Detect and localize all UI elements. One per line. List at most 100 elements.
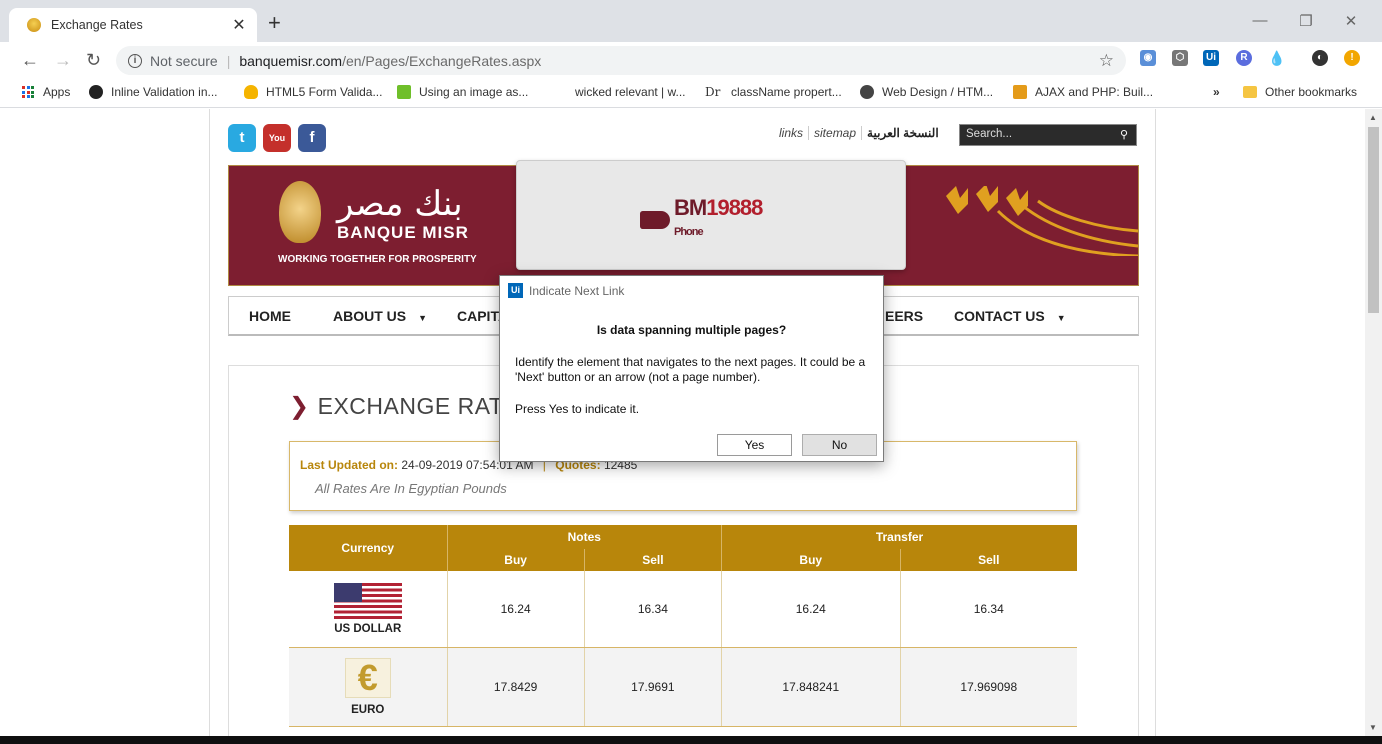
bookmark-html5-form[interactable]: HTML5 Form Valida... (244, 85, 382, 99)
table-row: € EURO 17.8429 17.9691 17.848241 17.9690… (289, 647, 1077, 727)
reload-icon[interactable]: ↻ (86, 51, 101, 69)
brand-tagline: WORKING TOGETHER FOR PROSPERITY (278, 254, 477, 265)
scroll-up-icon[interactable]: ▲ (1369, 113, 1377, 122)
book-favicon-icon (1013, 85, 1027, 99)
bookmark-label: HTML5 Form Valida... (266, 85, 383, 99)
nav-contact-us[interactable]: CONTACT US ▼ (954, 308, 1066, 324)
dialog-instruction: Press Yes to indicate it. (515, 402, 640, 416)
restore-icon[interactable]: ❐ (1296, 12, 1316, 30)
bookmark-wicked-relevant[interactable]: wicked relevant | w... (575, 85, 686, 99)
nav-label: CONTACT US (954, 308, 1045, 324)
rates-note: All Rates Are In Egyptian Pounds (315, 481, 507, 496)
search-icon[interactable]: ⚲ (1120, 128, 1128, 141)
bookmark-star-icon[interactable]: ☆ (1099, 51, 1114, 71)
transfer-header: Transfer (721, 525, 1077, 549)
tab-title: Exchange Rates (51, 18, 143, 32)
bookmark-web-design[interactable]: Web Design / HTM... (860, 85, 993, 99)
globe-favicon-icon (89, 85, 103, 99)
table-row: US DOLLAR 16.24 16.34 16.24 16.34 (289, 571, 1077, 648)
address-bar[interactable]: i Not secure | banquemisr.com /en/Pages/… (116, 46, 1126, 75)
rate-cell: 17.9691 (584, 647, 723, 727)
brand-name: BANQUE MISR (337, 223, 469, 242)
ad-brand: BM (674, 195, 707, 220)
update-alert-icon[interactable]: ! (1344, 50, 1360, 66)
dialog-body: Identify the element that navigates to t… (515, 355, 866, 384)
bookmark-apps[interactable]: Apps (22, 85, 70, 99)
currency-name: US DOLLAR (334, 622, 402, 635)
currency-cell: € EURO (289, 647, 448, 727)
scroll-down-icon[interactable]: ▼ (1369, 723, 1377, 732)
currency-header: Currency (289, 525, 448, 571)
rate-cell: 17.848241 (721, 647, 901, 727)
new-tab-icon[interactable]: + (268, 12, 281, 34)
forward-icon[interactable]: → (54, 51, 72, 69)
ad-hotline-number: 19888 (706, 195, 763, 220)
nav-about-us[interactable]: ABOUT US ▼ (333, 308, 427, 324)
uipath-logo-icon: Ui (508, 283, 523, 298)
browser-tab[interactable]: Exchange Rates ✕ (9, 8, 257, 42)
bookmark-label: Apps (43, 85, 71, 99)
hotline-popup-ad[interactable]: BM 19888 Phone (516, 160, 906, 270)
url-separator: | (226, 52, 231, 69)
bookmarks-bar: Apps Inline Validation in... HTML5 Form … (0, 79, 1382, 108)
close-tab-icon[interactable]: ✕ (231, 15, 247, 35)
facebook-icon[interactable]: f (298, 124, 326, 152)
bm-mark-icon (640, 211, 670, 229)
bank-favicon-icon (27, 18, 41, 32)
links-link[interactable]: links (774, 126, 808, 140)
top-links: links sitemap النسخة العربية (774, 126, 944, 140)
nav-home[interactable]: HOME (249, 308, 291, 324)
tab-strip: Exchange Rates ✕ + — ❐ ✕ (0, 0, 1382, 42)
dialog-title: Indicate Next Link (529, 283, 625, 298)
bookmark-ajax-php[interactable]: AJAX and PHP: Buil... (1013, 85, 1153, 99)
bookmark-label: wicked relevant | w... (575, 85, 686, 99)
currency-name: EURO (351, 703, 385, 716)
exchange-rates-table: Currency Notes Transfer Buy Sell Buy Sel… (289, 525, 1077, 727)
euro-symbol-icon: € (344, 657, 391, 698)
close-window-icon[interactable]: ✕ (1341, 12, 1361, 30)
bookmark-using-image[interactable]: Using an image as... (397, 85, 528, 99)
twitter-icon[interactable]: t (228, 124, 256, 152)
dr-favicon-icon: Dr (705, 85, 721, 99)
no-button[interactable]: No (802, 434, 877, 456)
dialog-titlebar: Ui Indicate Next Link (508, 283, 624, 298)
rate-cell: 16.34 (584, 571, 723, 648)
youtube-icon[interactable]: You (263, 124, 291, 152)
bookmark-label: className propert... (731, 85, 842, 99)
drop-extension-icon[interactable]: 💧 (1268, 50, 1285, 66)
back-icon[interactable]: ← (21, 51, 39, 69)
minimize-icon[interactable]: — (1250, 12, 1270, 29)
bookmark-classname[interactable]: Dr className propert... (705, 85, 842, 99)
tulips-decoration-icon (946, 186, 1138, 256)
profile-avatar[interactable]: ◐ (1312, 50, 1328, 66)
info-icon[interactable]: i (128, 53, 142, 68)
bookmark-inline-validation[interactable]: Inline Validation in... (89, 85, 218, 99)
bookmark-label: Inline Validation in... (111, 85, 218, 99)
brand-arabic: بنك مصر (337, 184, 463, 224)
yes-button[interactable]: Yes (717, 434, 792, 456)
folder-icon (1243, 86, 1257, 98)
bookmarks-overflow-button[interactable]: » (1213, 85, 1220, 99)
nav-careers[interactable]: EERS (885, 308, 923, 324)
camera-extension-icon[interactable]: ◉ (1140, 50, 1156, 66)
scrollbar-thumb[interactable] (1368, 127, 1379, 313)
banque-misr-emblem-icon[interactable] (279, 181, 321, 243)
page-scrollbar[interactable]: ▲ ▼ (1365, 109, 1382, 736)
r-extension-icon[interactable]: R (1236, 50, 1252, 66)
sitemap-link[interactable]: sitemap (808, 126, 861, 140)
currency-cell: US DOLLAR (289, 571, 448, 648)
nav-label: ABOUT US (333, 308, 407, 324)
arabic-version-link[interactable]: النسخة العربية (861, 126, 944, 140)
notes-sell-header: Sell (584, 549, 723, 571)
site-search-input[interactable]: Search... ⚲ (959, 124, 1137, 146)
globe-favicon-icon (860, 85, 874, 99)
bookmark-label: Other bookmarks (1265, 85, 1358, 99)
ad-phone-label: Phone (674, 226, 704, 238)
last-updated-label: Last Updated on: (300, 458, 398, 472)
cube-extension-icon[interactable]: ⬡ (1172, 50, 1188, 66)
other-bookmarks-folder[interactable]: Other bookmarks (1243, 85, 1357, 99)
rate-cell: 16.24 (447, 571, 585, 648)
uipath-extension-icon[interactable]: Ui (1203, 50, 1219, 66)
not-secure-label: Not secure (150, 52, 218, 69)
url-domain: banquemisr.com (239, 52, 343, 69)
